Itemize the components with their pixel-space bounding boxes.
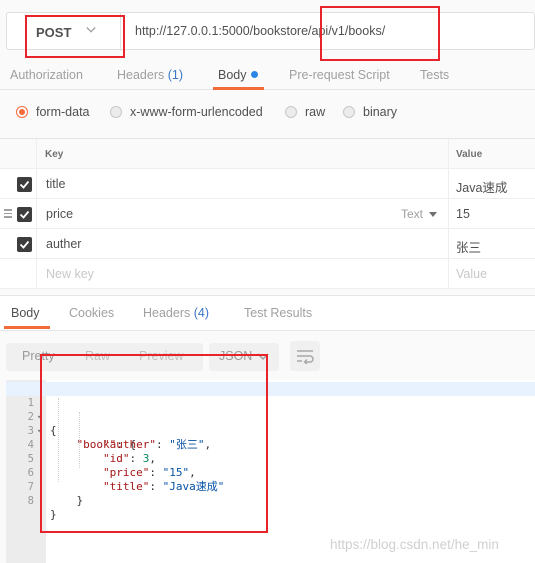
annotation-box-method xyxy=(25,15,125,58)
radio-raw[interactable]: raw xyxy=(285,105,325,119)
table-row: auther 张三 xyxy=(0,229,535,259)
tab-tests[interactable]: Tests xyxy=(420,68,449,82)
checkbox[interactable] xyxy=(17,237,32,252)
table-row: title Java速成 xyxy=(0,169,535,199)
line-number: 8 xyxy=(27,495,34,507)
key-header: Key xyxy=(45,149,64,160)
tab-response-body[interactable]: Body xyxy=(11,306,40,320)
param-key[interactable]: auther xyxy=(46,237,81,251)
param-value[interactable]: 15 xyxy=(456,207,470,221)
drag-handle-icon[interactable] xyxy=(4,209,12,220)
wrap-lines-icon xyxy=(297,350,314,364)
tab-cookies[interactable]: Cookies xyxy=(69,306,114,320)
tab-headers[interactable]: Headers (1) xyxy=(117,68,183,82)
value-header: Value xyxy=(456,149,483,160)
new-value-input[interactable]: Value xyxy=(456,267,487,281)
tab-test-results[interactable]: Test Results xyxy=(244,306,312,320)
response-tabs: Body Cookies Headers (4) Test Results xyxy=(0,295,535,331)
param-value[interactable]: 张三 xyxy=(456,237,481,256)
annotation-box-response xyxy=(40,354,268,533)
checkmark-icon xyxy=(19,180,30,189)
param-type-select[interactable]: Text xyxy=(401,207,438,221)
table-row: price Text 15 xyxy=(0,199,535,229)
radio-x-www-form-urlencoded[interactable]: x-www-form-urlencoded xyxy=(110,105,263,119)
checkmark-icon xyxy=(19,210,30,219)
watermark: https://blog.csdn.net/he_min xyxy=(330,537,499,552)
param-key[interactable]: title xyxy=(46,177,65,191)
radio-selected-icon xyxy=(16,106,28,118)
annotation-box-url xyxy=(320,6,440,61)
wrap-lines-button[interactable] xyxy=(290,341,320,371)
tab-response-headers[interactable]: Headers (4) xyxy=(143,306,209,320)
radio-form-data[interactable]: form-data xyxy=(16,105,90,119)
param-value[interactable]: Java速成 xyxy=(456,177,507,196)
tab-authorization[interactable]: Authorization xyxy=(10,68,83,82)
checkbox[interactable] xyxy=(17,207,32,222)
caret-down-icon xyxy=(429,212,438,217)
radio-icon xyxy=(343,106,355,118)
tab-body[interactable]: Body xyxy=(218,68,258,82)
checkmark-icon xyxy=(19,240,30,249)
radio-icon xyxy=(110,106,122,118)
active-tab-indicator xyxy=(4,326,50,329)
table-row-new: New key Value xyxy=(0,259,535,289)
tab-pre-request-script[interactable]: Pre-request Script xyxy=(289,68,390,82)
radio-icon xyxy=(285,106,297,118)
body-type-options: form-data x-www-form-urlencoded raw bina… xyxy=(0,98,535,128)
modified-dot-icon xyxy=(250,71,258,78)
request-tabs: Authorization Headers (1) Body Pre-reque… xyxy=(0,60,535,90)
checkbox[interactable] xyxy=(17,177,32,192)
new-key-input[interactable]: New key xyxy=(46,267,94,281)
active-tab-indicator xyxy=(213,87,264,90)
params-table: Key Value title Java速成 price Text 15 aut… xyxy=(0,138,535,289)
table-header: Key Value xyxy=(0,139,535,169)
radio-binary[interactable]: binary xyxy=(343,105,397,119)
param-key[interactable]: price xyxy=(46,207,73,221)
